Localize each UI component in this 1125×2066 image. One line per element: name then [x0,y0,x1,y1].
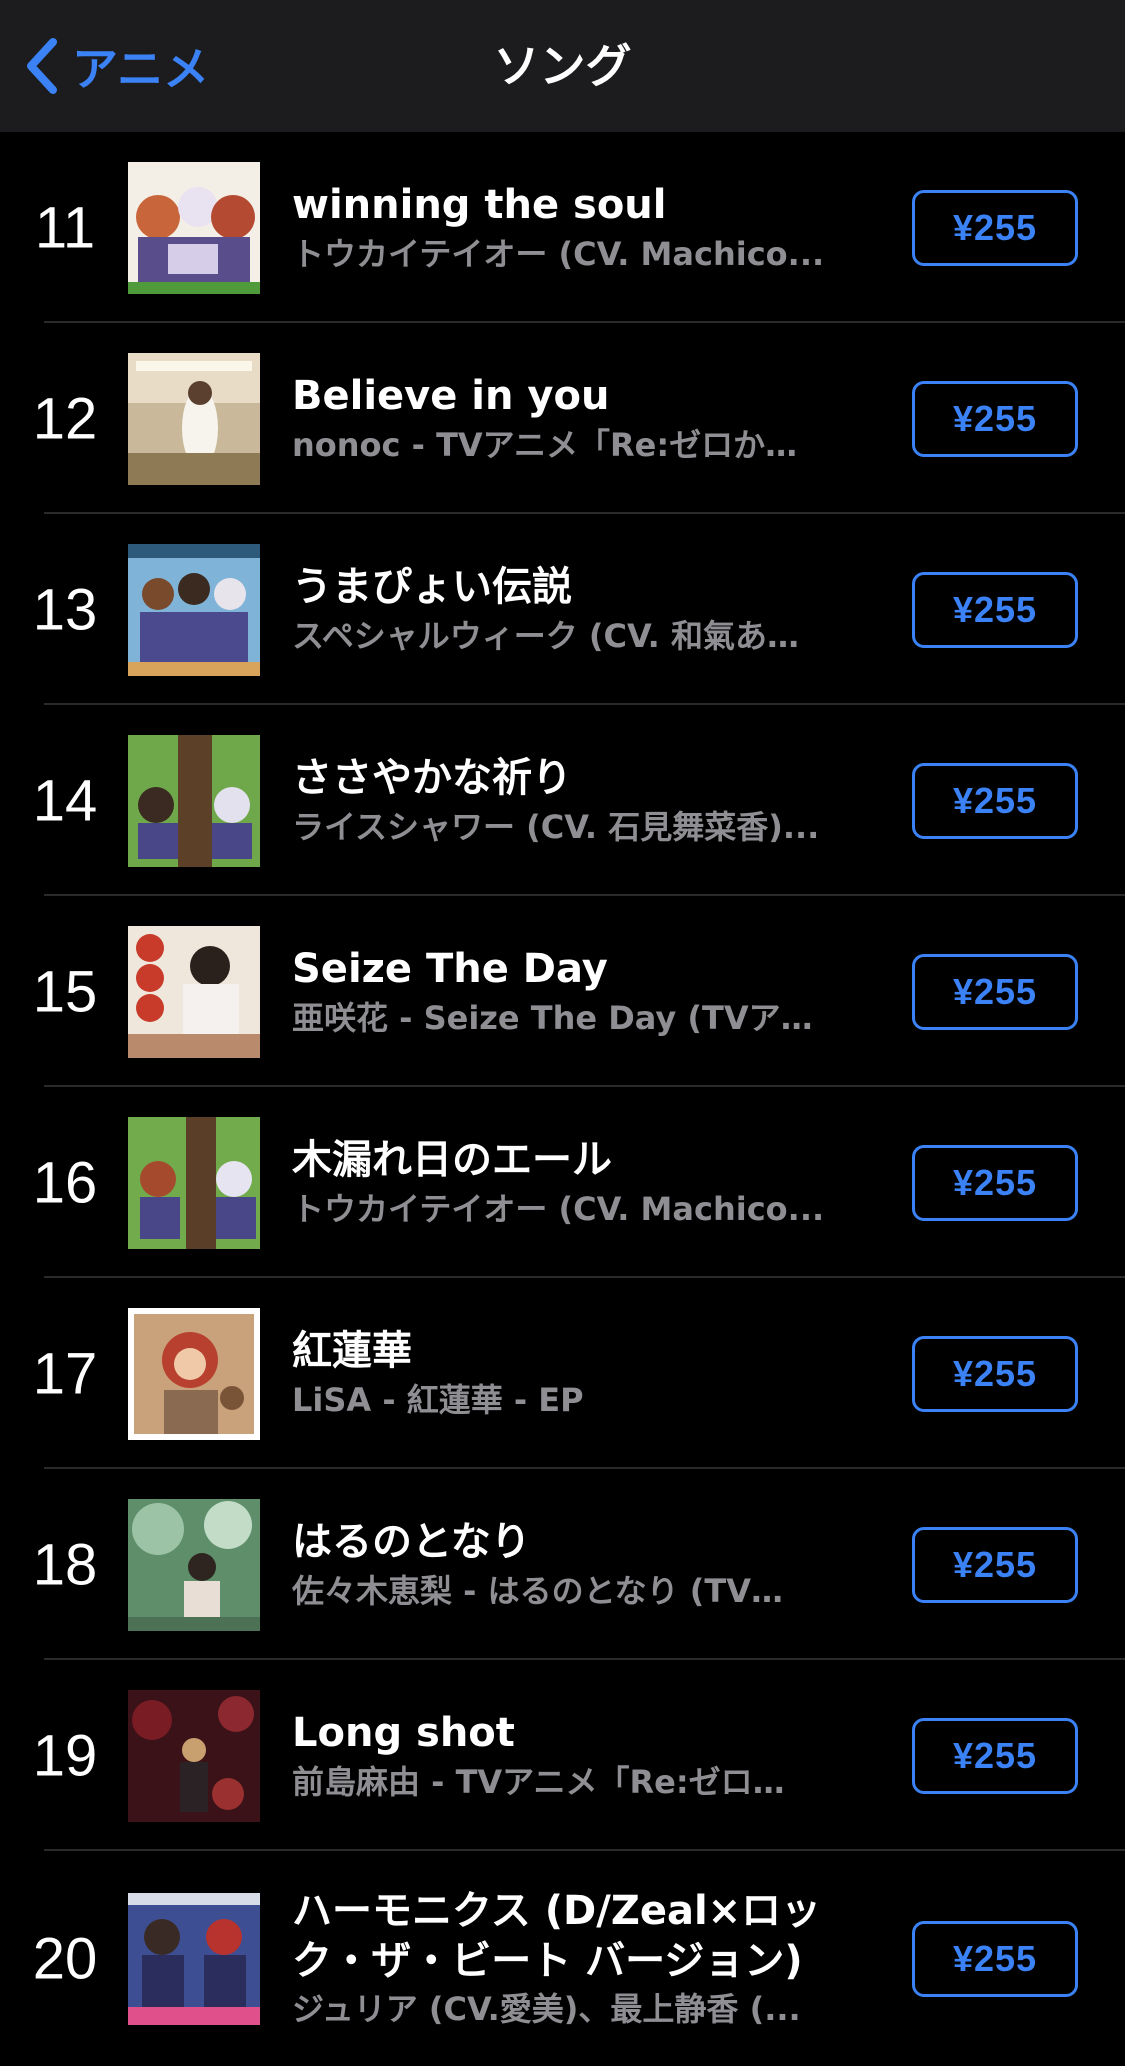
price-button[interactable]: ¥255 [912,1144,1078,1221]
price-button[interactable]: ¥255 [912,189,1078,266]
song-subtitle: LiSA - 紅蓮華 - EP [292,1380,584,1419]
song-title: ハーモニクス (D/Zeal×ロック・ザ・ビート バージョン) [292,1887,822,1984]
price-button[interactable]: ¥255 [912,953,1078,1030]
song-title: ささやかな祈り [292,754,572,801]
song-row[interactable]: 17 紅蓮華 LiSA - 紅蓮華 - EP ¥255 [0,1278,1125,1469]
album-artwork [128,352,260,485]
song-row[interactable]: 14 ささやかな祈り ライスシャワー (CV. 石見舞菜香)... ¥255 [0,705,1125,896]
song-subtitle: ライスシャワー (CV. 石見舞菜香)... [292,807,820,846]
price-button[interactable]: ¥255 [912,762,1078,839]
song-title: Believe in you [292,372,610,419]
album-artwork [128,1307,260,1440]
rank-number: 12 [32,386,98,451]
price-button[interactable]: ¥255 [912,380,1078,457]
song-subtitle: スペシャルウィーク (CV. 和氣あ… [292,616,799,655]
song-subtitle: ジュリア (CV.愛美)、最上静香 (... [292,1989,801,2028]
album-artwork [128,1689,260,1822]
album-artwork [128,543,260,676]
rank-number: 18 [32,1532,98,1597]
album-artwork [128,1116,260,1249]
rank-number: 19 [32,1723,98,1788]
song-row[interactable]: 18 はるのとなり 佐々木恵梨 - はるのとなり (TV… ¥255 [0,1469,1125,1660]
song-title: うまぴょい伝説 [292,563,572,610]
song-subtitle: 亜咲花 - Seize The Day (TVア… [292,998,813,1037]
song-subtitle: nonoc - TVアニメ「Re:ゼロか… [292,425,798,464]
page-title: ソング [493,39,632,93]
song-subtitle: 前島麻由 - TVアニメ「Re:ゼロ… [292,1762,785,1801]
rank-number: 14 [32,768,98,833]
song-row[interactable]: 16 木漏れ日のエール トウカイテイオー (CV. Machico... ¥25… [0,1087,1125,1278]
song-title: winning the soul [292,181,667,228]
navigation-bar: アニメ ソング [0,0,1125,132]
album-artwork [128,1892,260,2025]
song-title: 木漏れ日のエール [292,1136,612,1183]
song-title: 紅蓮華 [292,1327,412,1374]
rank-number: 11 [34,195,96,260]
song-title: Long shot [292,1709,515,1756]
rank-number: 13 [32,577,98,642]
song-row[interactable]: 19 Long shot 前島麻由 - TVアニメ「Re:ゼロ… ¥255 [0,1660,1125,1851]
price-button[interactable]: ¥255 [912,571,1078,648]
album-artwork [128,734,260,867]
song-row[interactable]: 11 winning the soul トウカイテイオー (CV. Machic… [0,132,1125,323]
price-button[interactable]: ¥255 [912,1526,1078,1603]
song-list: 11 winning the soul トウカイテイオー (CV. Machic… [0,132,1125,2066]
song-title: Seize The Day [292,945,608,992]
song-row[interactable]: 15 Seize The Day 亜咲花 - Seize The Day (TV… [0,896,1125,1087]
album-artwork [128,1498,260,1631]
rank-number: 16 [32,1150,98,1215]
song-title: はるのとなり [292,1518,531,1565]
song-subtitle: トウカイテイオー (CV. Machico... [292,1189,825,1228]
song-subtitle: トウカイテイオー (CV. Machico... [292,234,825,273]
album-artwork [128,161,260,294]
rank-number: 15 [32,959,98,1024]
price-button[interactable]: ¥255 [912,1717,1078,1794]
song-row[interactable]: 20 ハーモニクス (D/Zeal×ロック・ザ・ビート バージョン) ジュリア … [0,1851,1125,2066]
rank-number: 20 [32,1926,98,1991]
song-row[interactable]: 12 Believe in you nonoc - TVアニメ「Re:ゼロか… … [0,323,1125,514]
price-button[interactable]: ¥255 [912,1335,1078,1412]
song-subtitle: 佐々木恵梨 - はるのとなり (TV… [292,1571,783,1610]
rank-number: 17 [32,1341,98,1406]
price-button[interactable]: ¥255 [912,1920,1078,1997]
song-row[interactable]: 13 うまぴょい伝説 スペシャルウィーク (CV. 和氣あ… ¥255 [0,514,1125,705]
album-artwork [128,925,260,1058]
